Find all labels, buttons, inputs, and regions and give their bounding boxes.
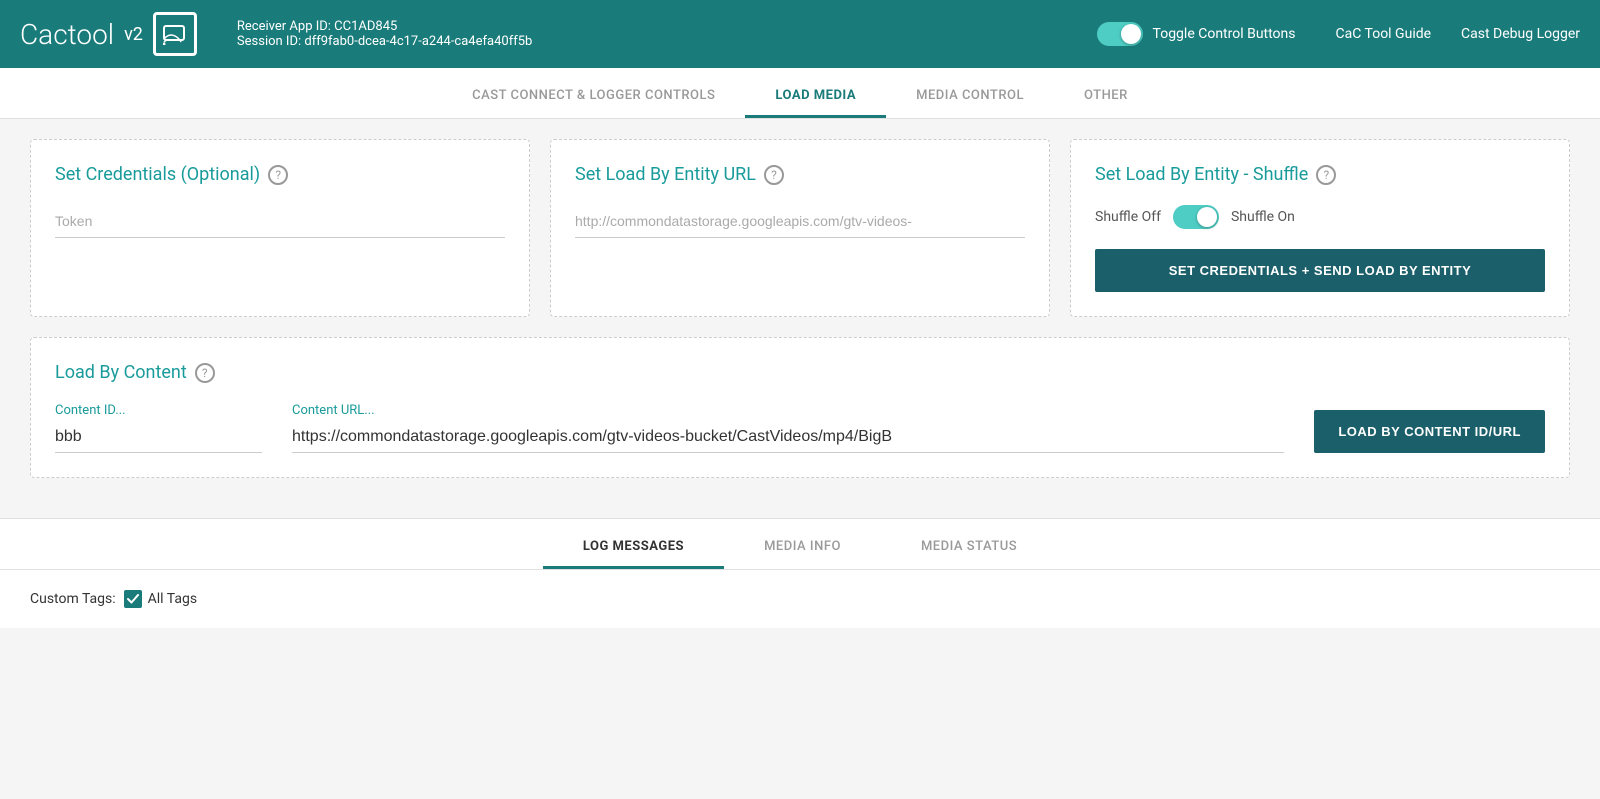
- content-url-input[interactable]: [292, 422, 1284, 453]
- load-content-fields: Content ID... Content URL... LOAD BY CON…: [55, 403, 1545, 453]
- shuffle-row: Shuffle Off Shuffle On: [1095, 205, 1545, 229]
- credentials-help-icon[interactable]: ?: [268, 165, 288, 185]
- entity-url-help-icon[interactable]: ?: [764, 165, 784, 185]
- bottom-tabs: LOG MESSAGES MEDIA INFO MEDIA STATUS: [0, 519, 1600, 570]
- load-by-content-button[interactable]: LOAD BY CONTENT ID/URL: [1314, 410, 1545, 453]
- shuffle-toggle[interactable]: [1173, 205, 1219, 229]
- logo-text: Cactool: [20, 18, 114, 51]
- entity-shuffle-help-icon[interactable]: ?: [1316, 165, 1336, 185]
- cast-debug-logger-link[interactable]: Cast Debug Logger: [1461, 26, 1580, 42]
- entity-url-input[interactable]: [575, 205, 1025, 238]
- token-input[interactable]: [55, 205, 505, 238]
- main-content: Set Credentials (Optional) ? Set Load By…: [0, 119, 1600, 518]
- header-nav: CaC Tool Guide Cast Debug Logger: [1336, 26, 1581, 42]
- content-url-group: Content URL...: [292, 403, 1284, 453]
- cac-tool-guide-link[interactable]: CaC Tool Guide: [1336, 26, 1432, 42]
- content-id-input[interactable]: [55, 422, 262, 453]
- tab-log-messages[interactable]: LOG MESSAGES: [543, 527, 724, 569]
- header: Cactool v2 Receiver App ID: CC1AD845 Ses…: [0, 0, 1600, 68]
- custom-tags-label: Custom Tags:: [30, 591, 116, 607]
- toggle-label: Toggle Control Buttons: [1153, 26, 1296, 42]
- load-content-title-text: Load By Content: [55, 362, 187, 383]
- load-content-title: Load By Content ?: [55, 362, 1545, 383]
- cast-icon: [153, 12, 197, 56]
- session-info: Receiver App ID: CC1AD845 Session ID: df…: [237, 19, 1097, 49]
- credentials-card: Set Credentials (Optional) ?: [30, 139, 530, 317]
- logo-version: v2: [124, 24, 143, 45]
- tab-cast-connect[interactable]: CAST CONNECT & LOGGER CONTROLS: [442, 76, 745, 118]
- all-tags-checkbox-label[interactable]: All Tags: [124, 590, 197, 608]
- bottom-section: LOG MESSAGES MEDIA INFO MEDIA STATUS Cus…: [0, 518, 1600, 628]
- cast-icon-svg: [163, 23, 187, 45]
- custom-tags-row: Custom Tags: All Tags: [30, 590, 1570, 608]
- bottom-content: Custom Tags: All Tags: [0, 570, 1600, 628]
- entity-url-card: Set Load By Entity URL ?: [550, 139, 1050, 317]
- content-url-label: Content URL...: [292, 403, 1284, 418]
- checkmark-icon: [127, 594, 139, 604]
- tab-media-info[interactable]: MEDIA INFO: [724, 527, 881, 569]
- credentials-title-text: Set Credentials (Optional): [55, 164, 260, 185]
- tab-media-status[interactable]: MEDIA STATUS: [881, 527, 1057, 569]
- tab-other[interactable]: OTHER: [1054, 76, 1158, 118]
- credentials-title: Set Credentials (Optional) ?: [55, 164, 505, 185]
- shuffle-off-label: Shuffle Off: [1095, 209, 1161, 225]
- session-id: Session ID: dff9fab0-dcea-4c17-a244-ca4e…: [237, 34, 1097, 49]
- entity-shuffle-title-text: Set Load By Entity - Shuffle: [1095, 164, 1308, 185]
- logo: Cactool v2: [20, 12, 197, 56]
- control-buttons-toggle[interactable]: [1097, 22, 1143, 46]
- content-id-group: Content ID...: [55, 403, 262, 453]
- all-tags-label: All Tags: [148, 591, 197, 607]
- entity-shuffle-card: Set Load By Entity - Shuffle ? Shuffle O…: [1070, 139, 1570, 317]
- shuffle-on-label: Shuffle On: [1231, 209, 1295, 225]
- main-tabs: CAST CONNECT & LOGGER CONTROLS LOAD MEDI…: [0, 68, 1600, 119]
- entity-url-title: Set Load By Entity URL ?: [575, 164, 1025, 185]
- set-credentials-send-load-button[interactable]: SET CREDENTIALS + SEND LOAD BY ENTITY: [1095, 249, 1545, 292]
- tab-load-media[interactable]: LOAD MEDIA: [745, 76, 886, 118]
- token-field: [55, 205, 505, 238]
- content-id-label: Content ID...: [55, 403, 262, 418]
- receiver-app-id: Receiver App ID: CC1AD845: [237, 19, 1097, 34]
- load-content-help-icon[interactable]: ?: [195, 363, 215, 383]
- tab-media-control[interactable]: MEDIA CONTROL: [886, 76, 1054, 118]
- toggle-section: Toggle Control Buttons: [1097, 22, 1296, 46]
- load-content-card: Load By Content ? Content ID... Content …: [30, 337, 1570, 478]
- entity-url-title-text: Set Load By Entity URL: [575, 164, 756, 185]
- entity-shuffle-title: Set Load By Entity - Shuffle ?: [1095, 164, 1545, 185]
- entity-url-field: [575, 205, 1025, 238]
- all-tags-checkbox[interactable]: [124, 590, 142, 608]
- cards-row: Set Credentials (Optional) ? Set Load By…: [30, 139, 1570, 317]
